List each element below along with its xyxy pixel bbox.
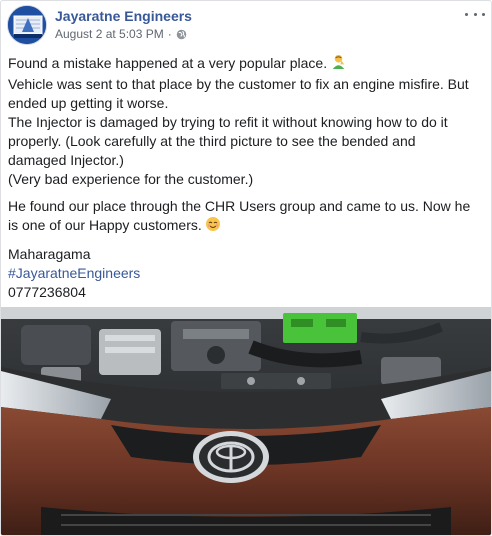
message-line: Found a mistake happened at a very popul… — [8, 53, 486, 75]
more-options-icon[interactable] — [465, 7, 485, 21]
message-line: The Injector is damaged by trying to ref… — [8, 114, 448, 130]
message-line: properly. (Look carefully at the third p… — [8, 133, 416, 149]
person-facepalming-emoji — [330, 53, 347, 75]
facebook-post: Jayaratne Engineers August 2 at 5:03 PM … — [0, 0, 492, 536]
post-meta: August 2 at 5:03 PM · — [55, 27, 187, 41]
message-line: is one of our Happy customers. — [8, 216, 486, 237]
phone-number: 0777236804 — [8, 284, 86, 300]
message-line: Vehicle was sent to that place by the cu… — [8, 76, 469, 92]
message-line: (Very bad experience for the customer.) — [8, 171, 254, 187]
hashtag-link[interactable]: #JayaratneEngineers — [8, 264, 486, 283]
post-message: Found a mistake happened at a very popul… — [8, 53, 486, 302]
page-avatar[interactable] — [7, 5, 47, 45]
post-header: Jayaratne Engineers August 2 at 5:03 PM … — [7, 5, 487, 45]
globe-icon[interactable] — [176, 29, 187, 40]
location-line: Maharagama — [8, 246, 91, 262]
relieved-face-emoji — [205, 216, 221, 237]
car-engine-bay-photo[interactable] — [1, 307, 491, 535]
page-name-link[interactable]: Jayaratne Engineers — [55, 8, 192, 24]
message-line: damaged Injector.) — [8, 152, 124, 168]
message-line: He found our place through the CHR Users… — [8, 198, 471, 214]
message-line: ended up getting it worse. — [8, 95, 169, 111]
meta-separator: · — [167, 27, 172, 41]
post-timestamp[interactable]: August 2 at 5:03 PM — [55, 27, 164, 41]
